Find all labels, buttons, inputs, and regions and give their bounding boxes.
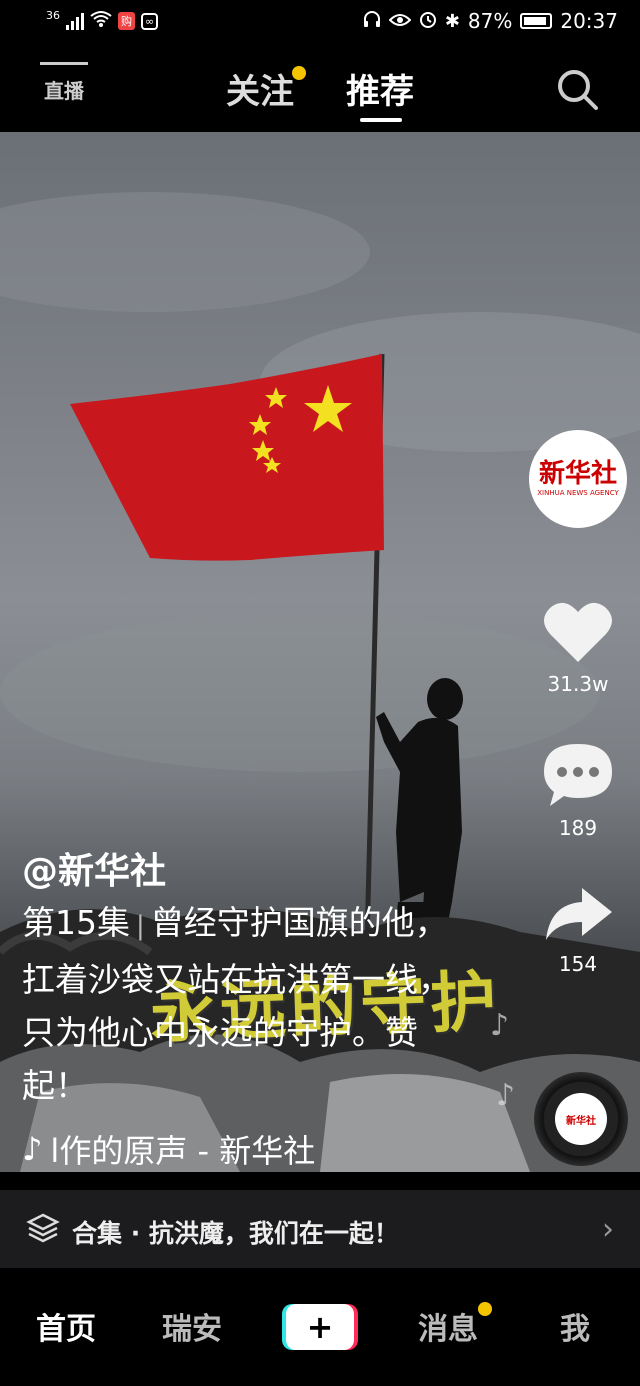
music-disc[interactable]: 新华社 — [534, 1072, 628, 1166]
share-button[interactable]: 154 — [540, 884, 616, 976]
comment-icon — [544, 744, 612, 806]
collection-bar[interactable]: 合集 · 抗洪魔，我们在一起！ › — [0, 1190, 640, 1268]
like-button[interactable]: 31.3w — [540, 598, 616, 696]
tab-following[interactable]: 关注 — [226, 64, 306, 113]
music-title: l作的原声 - 新华社 — [50, 1132, 316, 1170]
like-count: 31.3w — [547, 672, 609, 696]
bluetooth-icon: ✱ — [444, 10, 460, 32]
avatar-logo-subtext: XINHUA NEWS AGENCY — [537, 489, 619, 497]
create-button[interactable]: + — [286, 1304, 354, 1350]
active-tab-indicator — [360, 118, 402, 122]
disc-cover-logo: 新华社 — [555, 1093, 607, 1145]
video-description[interactable]: 第15集 | 曾经守护国旗的他，扛着沙袋又站在抗洪第一线，只为他心中永远的守护。赞起… — [22, 896, 452, 1112]
share-count: 154 — [558, 952, 598, 976]
tab-recommended[interactable]: 推荐 — [346, 64, 414, 122]
notification-dot — [292, 66, 306, 80]
author-name[interactable]: @新华社 — [22, 842, 166, 894]
collection-label: 合集 · 抗洪魔，我们在一起！ — [72, 1219, 399, 1248]
alarm-icon — [419, 9, 437, 33]
signal-icon — [66, 12, 84, 30]
music-note-icon: ♪ — [22, 1130, 43, 1168]
tab-recommended-label: 推荐 — [346, 72, 414, 112]
layers-icon — [26, 1213, 60, 1243]
comment-button[interactable]: 189 — [540, 742, 616, 840]
nav-local[interactable]: 瑞安 — [162, 1304, 222, 1348]
battery-percent: 87% — [467, 9, 513, 33]
headphone-icon — [363, 9, 381, 33]
chevron-right-icon: › — [602, 1212, 614, 1247]
author-avatar[interactable]: 新华社 XINHUA NEWS AGENCY — [529, 430, 627, 528]
episode-label: 第15集 — [22, 903, 130, 942]
avatar-logo-text: 新华社 — [538, 459, 617, 489]
app-notification-icon: ∞ — [141, 12, 159, 30]
nav-me[interactable]: 我 — [560, 1304, 590, 1348]
eye-icon — [388, 9, 412, 33]
network-type: 36 — [46, 8, 60, 22]
nav-messages[interactable]: 消息 — [418, 1304, 478, 1348]
floating-note-icon: ♪ — [490, 1008, 510, 1043]
clock: 20:37 — [560, 9, 618, 33]
comment-count: 189 — [558, 816, 598, 840]
flag — [70, 354, 384, 561]
music-info[interactable]: ♪ l作的原声 - 新华社 — [22, 1126, 315, 1172]
nav-home[interactable]: 首页 — [36, 1304, 96, 1348]
tab-following-label: 关注 — [226, 72, 294, 112]
top-bar: 直播 关注 推荐 — [0, 44, 640, 132]
search-button[interactable] — [556, 68, 600, 112]
heart-icon — [544, 602, 612, 662]
floating-note-icon: ♪ — [496, 1078, 516, 1113]
share-arrow-icon — [546, 888, 612, 940]
shopping-app-icon: 购 — [118, 12, 135, 30]
messages-dot — [478, 1302, 492, 1316]
status-bar: 36 购 ∞ ✱ 87% 20:37 — [0, 0, 640, 44]
battery-icon — [520, 13, 553, 29]
episode-separator: | — [136, 911, 145, 941]
live-button[interactable]: 直播 — [40, 62, 88, 110]
search-icon — [558, 70, 598, 110]
wifi-icon — [90, 9, 112, 33]
bottom-nav: 首页 瑞安 + 消息 我 — [0, 1268, 640, 1386]
